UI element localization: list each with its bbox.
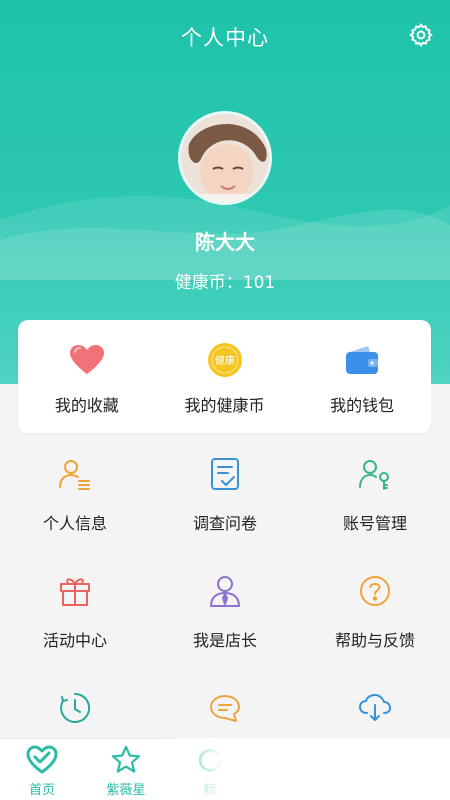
activity-center-button[interactable]: 活动中心 bbox=[0, 557, 150, 674]
grid-label: 个人信息 bbox=[42, 514, 107, 533]
svg-text:健康: 健康 bbox=[215, 354, 235, 367]
avatar[interactable] bbox=[178, 111, 272, 205]
page-title: 个人中心 bbox=[181, 26, 269, 50]
quick-access-card: 我的收藏 健康 我的健康币 我的钱包 bbox=[18, 320, 431, 433]
my-favorites-button[interactable]: 我的收藏 bbox=[18, 320, 156, 433]
star-icon bbox=[111, 745, 141, 773]
gift-icon bbox=[60, 578, 90, 606]
store-manager-button[interactable]: 我是店长 bbox=[150, 557, 300, 674]
clock-icon bbox=[60, 692, 91, 723]
gear-icon bbox=[409, 23, 433, 47]
grid-label: 账号管理 bbox=[342, 514, 407, 533]
my-health-coins-button[interactable]: 健康 我的健康币 bbox=[156, 320, 294, 433]
my-wallet-button[interactable]: 我的钱包 bbox=[293, 320, 431, 433]
account-management-button[interactable]: 账号管理 bbox=[300, 440, 450, 557]
settings-button[interactable] bbox=[406, 20, 436, 50]
nav-label: 紫薇星 bbox=[106, 783, 146, 798]
questionnaire-icon bbox=[211, 458, 239, 490]
nav-label: 首页 bbox=[28, 783, 55, 798]
home-heart-icon bbox=[26, 745, 58, 774]
heart-icon bbox=[69, 345, 104, 374]
username: 陈大大 bbox=[195, 230, 255, 254]
coin-icon: 健康 bbox=[207, 343, 242, 377]
person-info-icon bbox=[59, 460, 90, 490]
grid-label: 活动中心 bbox=[42, 631, 107, 650]
nav-home[interactable]: 首页 bbox=[0, 739, 84, 800]
personal-info-button[interactable]: 个人信息 bbox=[0, 440, 150, 557]
grid-label: 帮助与反馈 bbox=[334, 631, 415, 650]
health-coin-balance: 健康币：101 bbox=[174, 273, 276, 293]
wallet-icon bbox=[346, 346, 379, 374]
questionnaire-button[interactable]: 调查问卷 bbox=[150, 440, 300, 557]
card-label: 我的健康币 bbox=[184, 396, 265, 415]
store-manager-icon bbox=[210, 576, 240, 607]
nav-fade-overlay bbox=[160, 738, 450, 800]
cloud-download-icon bbox=[359, 694, 391, 721]
grid-label: 调查问卷 bbox=[192, 514, 257, 533]
card-label: 我的收藏 bbox=[54, 396, 119, 415]
help-feedback-button[interactable]: 帮助与反馈 bbox=[300, 557, 450, 674]
nav-ziweixing[interactable]: 紫薇星 bbox=[84, 739, 168, 800]
card-label: 我的钱包 bbox=[330, 396, 395, 415]
grid-label: 我是店长 bbox=[192, 631, 257, 650]
help-icon bbox=[360, 576, 390, 606]
chat-icon bbox=[210, 695, 240, 722]
account-manage-icon bbox=[359, 460, 389, 490]
